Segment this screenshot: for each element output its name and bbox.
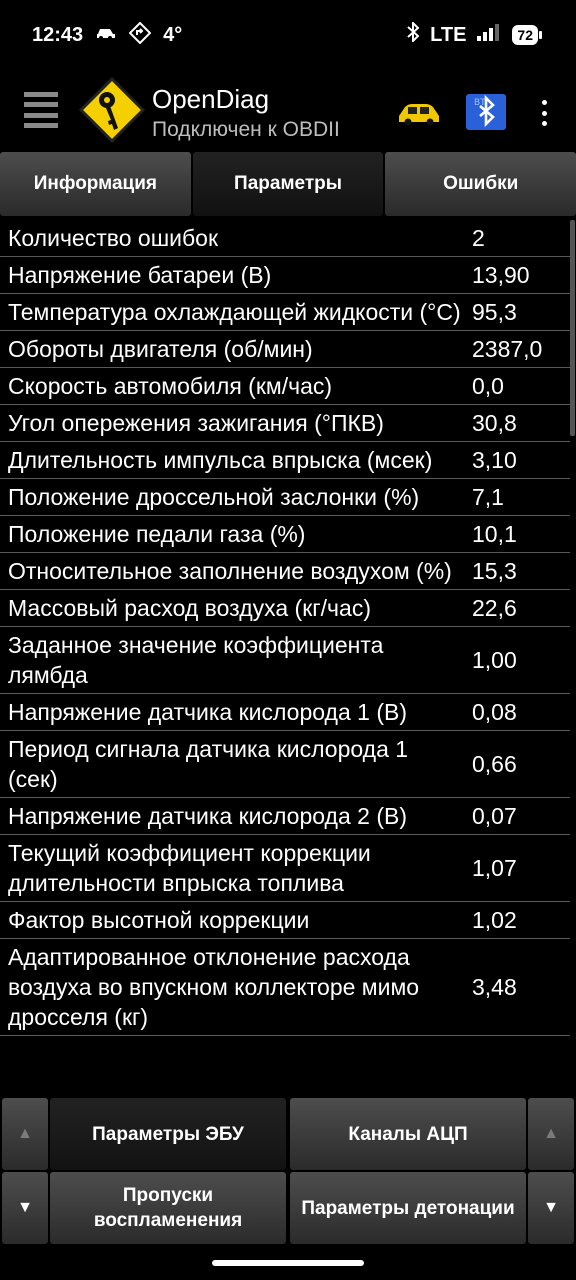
parameter-name: Количество ошибок (8, 225, 219, 251)
knock-params-button[interactable]: Параметры детонации (290, 1172, 526, 1244)
parameter-name: Текущий коэффициент коррекции длительнос… (8, 840, 371, 896)
parameter-row[interactable]: Фактор высотной коррекции 1,02 (0, 902, 570, 939)
scroll-up-right-button[interactable]: ▲ (528, 1098, 574, 1170)
parameter-value: 2387,0 (472, 335, 543, 362)
parameter-name: Напряжение батареи (В) (8, 262, 272, 288)
parameter-row[interactable]: Количество ошибок 2 (0, 220, 570, 257)
bluetooth-status-icon (406, 20, 420, 48)
parameter-value: 3,48 (472, 973, 517, 1000)
parameter-row[interactable]: Скорость автомобиля (км/час) 0,0 (0, 368, 570, 405)
parameter-name: Положение дроссельной заслонки (%) (8, 484, 420, 510)
parameters-list[interactable]: Количество ошибок 2 Напряжение батареи (В)… (0, 220, 570, 1036)
parameter-row[interactable]: Напряжение датчика кислорода 1 (В) 0,08 (0, 694, 570, 731)
parameter-value: 30,8 (472, 409, 517, 436)
signal-icon (476, 23, 502, 47)
parameter-value: 2 (472, 224, 485, 251)
misfires-button[interactable]: Пропуски воспламенения (50, 1172, 286, 1244)
bluetooth-connect-icon[interactable]: BT (466, 94, 506, 130)
parameter-row[interactable]: Напряжение батареи (В) 13,90 (0, 257, 570, 294)
parameter-row[interactable]: Угол опережения зажигания (°ПКВ) 30,8 (0, 405, 570, 442)
parameter-name: Адаптированное отклонение расхода воздух… (8, 944, 420, 1030)
parameter-row[interactable]: Напряжение датчика кислорода 2 (В) 0,07 (0, 798, 570, 835)
tab-errors[interactable]: Ошибки (385, 152, 576, 216)
parameter-value: 13,90 (472, 261, 530, 288)
parameter-name: Напряжение датчика кислорода 2 (В) (8, 803, 407, 829)
parameter-value: 22,6 (472, 594, 517, 621)
connection-status: Подключен к OBDII (152, 118, 340, 141)
parameter-row[interactable]: Положение педали газа (%) 10,1 (0, 516, 570, 553)
clock: 12:43 (32, 24, 84, 46)
parameter-row[interactable]: Массовый расход воздуха (кг/час) 22,6 (0, 590, 570, 627)
app-logo-icon (78, 76, 146, 144)
parameter-value: 0,0 (472, 372, 504, 399)
parameter-value: 0,07 (472, 802, 517, 829)
parameter-name: Угол опережения зажигания (°ПКВ) (8, 410, 384, 436)
parameter-name: Положение педали газа (%) (8, 521, 306, 547)
app-title: OpenDiag (152, 84, 270, 114)
parameter-value: 15,3 (472, 557, 517, 584)
parameter-name: Обороты двигателя (об/мин) (8, 336, 313, 362)
battery-icon: 72 (512, 25, 542, 45)
navigation-notification-icon (128, 21, 152, 49)
car-icon[interactable] (396, 102, 442, 126)
parameter-name: Длительность импульса впрыска (мсек) (8, 447, 433, 473)
parameter-name: Массовый расход воздуха (кг/час) (8, 595, 371, 621)
temperature: 4° (163, 24, 183, 46)
parameter-value: 7,1 (472, 483, 504, 510)
app-bar: OpenDiag Подключен к OBDII BT (0, 72, 576, 152)
ecu-params-button[interactable]: Параметры ЭБУ (50, 1098, 286, 1170)
more-options-icon[interactable] (536, 100, 552, 126)
parameter-row[interactable]: Относительное заполнение воздухом (%) 15,… (0, 553, 570, 590)
status-bar: 12:43 4° LTE 72 (0, 0, 576, 72)
parameter-row[interactable]: Длительность импульса впрыска (мсек) 3,10 (0, 442, 570, 479)
network-type: LTE (430, 23, 467, 46)
scroll-down-right-button[interactable]: ▼ (528, 1172, 574, 1244)
battery-level: 72 (512, 25, 538, 45)
parameter-value: 1,02 (472, 906, 517, 933)
parameter-name: Относительное заполнение воздухом (%) (8, 558, 452, 584)
parameter-row[interactable]: Период сигнала датчика кислорода 1 (сек)… (0, 731, 570, 798)
parameter-value: 95,3 (472, 298, 517, 325)
parameter-name: Напряжение датчика кислорода 1 (В) (8, 699, 407, 725)
parameter-name: Заданное значение коэффициента лямбда (8, 632, 384, 688)
status-right: LTE 72 (406, 20, 542, 48)
home-indicator[interactable] (212, 1260, 364, 1266)
parameter-name: Температура охлаждающей жидкости (°C) (8, 299, 461, 325)
scroll-up-left-button[interactable]: ▲ (2, 1098, 48, 1170)
car-notification-icon (95, 25, 117, 46)
parameter-value: 0,66 (472, 750, 517, 777)
parameter-value: 3,10 (472, 446, 517, 473)
parameter-value: 1,00 (472, 646, 517, 673)
tab-information[interactable]: Информация (0, 152, 191, 216)
parameter-row[interactable]: Заданное значение коэффициента лямбда 1,0… (0, 627, 570, 694)
parameter-row[interactable]: Обороты двигателя (об/мин) 2387,0 (0, 331, 570, 368)
adc-channels-button[interactable]: Каналы АЦП (290, 1098, 526, 1170)
parameter-name: Период сигнала датчика кислорода 1 (сек) (8, 736, 409, 792)
parameter-name: Скорость автомобиля (км/час) (8, 373, 333, 399)
parameter-value: 10,1 (472, 520, 517, 547)
parameter-row[interactable]: Текущий коэффициент коррекции длительнос… (0, 835, 570, 902)
bottom-button-panel: ▲ Параметры ЭБУ Каналы АЦП ▲ ▼ Пропуски … (0, 1096, 576, 1246)
menu-icon[interactable] (24, 92, 58, 128)
parameter-value: 0,08 (472, 698, 517, 725)
parameter-row[interactable]: Адаптированное отклонение расхода воздух… (0, 939, 570, 1036)
status-left: 12:43 4° (32, 21, 183, 49)
scroll-down-left-button[interactable]: ▼ (2, 1172, 48, 1244)
parameter-name: Фактор высотной коррекции (8, 907, 310, 933)
scrollbar[interactable] (570, 220, 575, 436)
tab-bar: Информация Параметры Ошибки (0, 152, 576, 218)
parameter-row[interactable]: Положение дроссельной заслонки (%) 7,1 (0, 479, 570, 516)
tab-parameters[interactable]: Параметры (192, 152, 384, 216)
parameter-row[interactable]: Температура охлаждающей жидкости (°C) 95,… (0, 294, 570, 331)
parameter-value: 1,07 (472, 854, 517, 881)
